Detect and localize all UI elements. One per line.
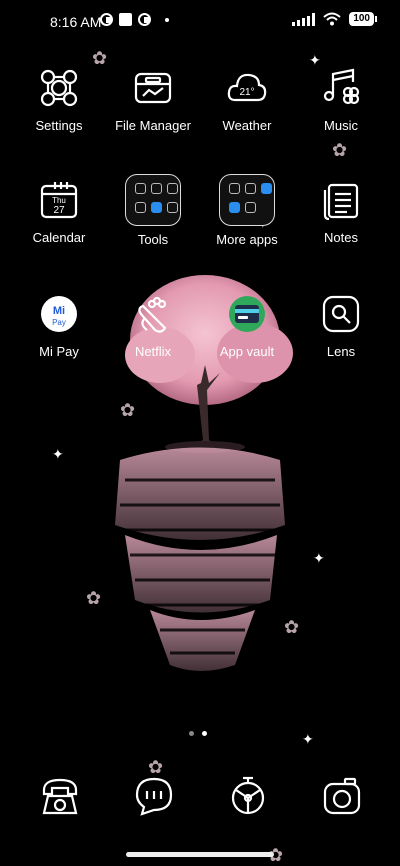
browser-icon[interactable] <box>228 776 268 816</box>
petal-decoration: ✿ <box>284 617 300 637</box>
camera-icon[interactable] <box>322 776 362 816</box>
sparkle-decoration: ✦ <box>302 731 314 747</box>
lens-icon <box>322 295 360 333</box>
svg-text:Thu: Thu <box>52 196 66 205</box>
app-label: Mi Pay <box>39 344 79 359</box>
petal-decoration: ✿ <box>86 588 102 608</box>
app-label: Netflix <box>134 344 172 359</box>
app-mi-pay[interactable]: Mi Pay Mi Pay <box>12 294 106 359</box>
settings-icon <box>40 69 78 107</box>
app-file-manager[interactable]: File Manager <box>106 68 200 133</box>
app-label: File Manager <box>115 118 191 133</box>
app-label: Calendar <box>32 230 86 245</box>
app-label: More apps <box>216 232 278 247</box>
petal-decoration: ✿ <box>332 140 348 160</box>
page-indicator[interactable] <box>189 731 207 736</box>
more-apps-folder-icon <box>219 174 275 226</box>
sparkle-decoration: ✦ <box>309 52 321 68</box>
app-label: Music <box>324 118 358 133</box>
notification-app-icon <box>100 13 113 26</box>
app-label: Lens <box>326 344 356 359</box>
mi-pay-icon: Mi Pay <box>41 296 77 332</box>
app-label: Weather <box>222 118 272 133</box>
app-weather[interactable]: 21° Weather <box>200 68 294 133</box>
notification-app-icon-2 <box>138 13 151 26</box>
app-calendar[interactable]: Thu 27 Calendar <box>12 180 106 245</box>
calendar-icon: Thu 27 <box>40 182 78 219</box>
status-bar: 8:16 AM 100 <box>0 0 400 44</box>
app-settings[interactable]: Settings <box>12 68 106 133</box>
app-label: Settings <box>35 118 83 133</box>
svg-text:Pay: Pay <box>52 318 66 327</box>
notification-icons <box>100 13 169 26</box>
netflix-icon <box>138 296 167 333</box>
messages-icon[interactable] <box>134 776 174 816</box>
petal-decoration: ✿ <box>92 48 108 68</box>
svg-text:21°: 21° <box>239 87 254 98</box>
app-label: Notes <box>324 230 358 245</box>
svg-text:27: 27 <box>53 205 65 216</box>
petal-decoration: ✿ <box>148 757 164 777</box>
app-label: Tools <box>137 232 169 247</box>
music-note-icon <box>323 68 360 105</box>
app-label: App vault <box>219 344 275 359</box>
app-app-vault[interactable]: App vault <box>200 294 294 359</box>
folder-icon <box>134 72 172 104</box>
phone-icon[interactable] <box>40 776 80 816</box>
sparkle-decoration: ✦ <box>313 550 325 566</box>
app-notes[interactable]: Notes <box>294 180 388 245</box>
app-vault-icon <box>229 296 265 332</box>
petal-decoration: ✿ <box>120 400 136 420</box>
weather-cloud-icon: 21° <box>227 73 267 102</box>
page-dot[interactable] <box>189 731 194 736</box>
system-icons: 100 <box>292 12 377 26</box>
svg-text:Mi: Mi <box>53 305 65 317</box>
wifi-icon <box>323 12 341 26</box>
home-indicator[interactable] <box>126 852 274 857</box>
battery-indicator: 100 <box>349 12 377 26</box>
sparkle-decoration: ✦ <box>52 446 64 462</box>
notes-icon <box>323 183 359 220</box>
app-netflix[interactable]: Netflix <box>106 294 200 359</box>
signal-icon <box>292 12 316 26</box>
folder-tools[interactable]: Tools <box>106 174 200 247</box>
tools-folder-icon <box>125 174 181 226</box>
status-time: 8:16 AM <box>50 14 102 30</box>
app-lens[interactable]: Lens <box>294 294 388 359</box>
notification-square-icon <box>119 13 132 26</box>
folder-more-apps[interactable]: More apps <box>200 174 294 247</box>
app-music[interactable]: Music <box>294 68 388 133</box>
page-dot-active[interactable] <box>202 731 207 736</box>
more-notifications-dot-icon <box>165 17 169 22</box>
